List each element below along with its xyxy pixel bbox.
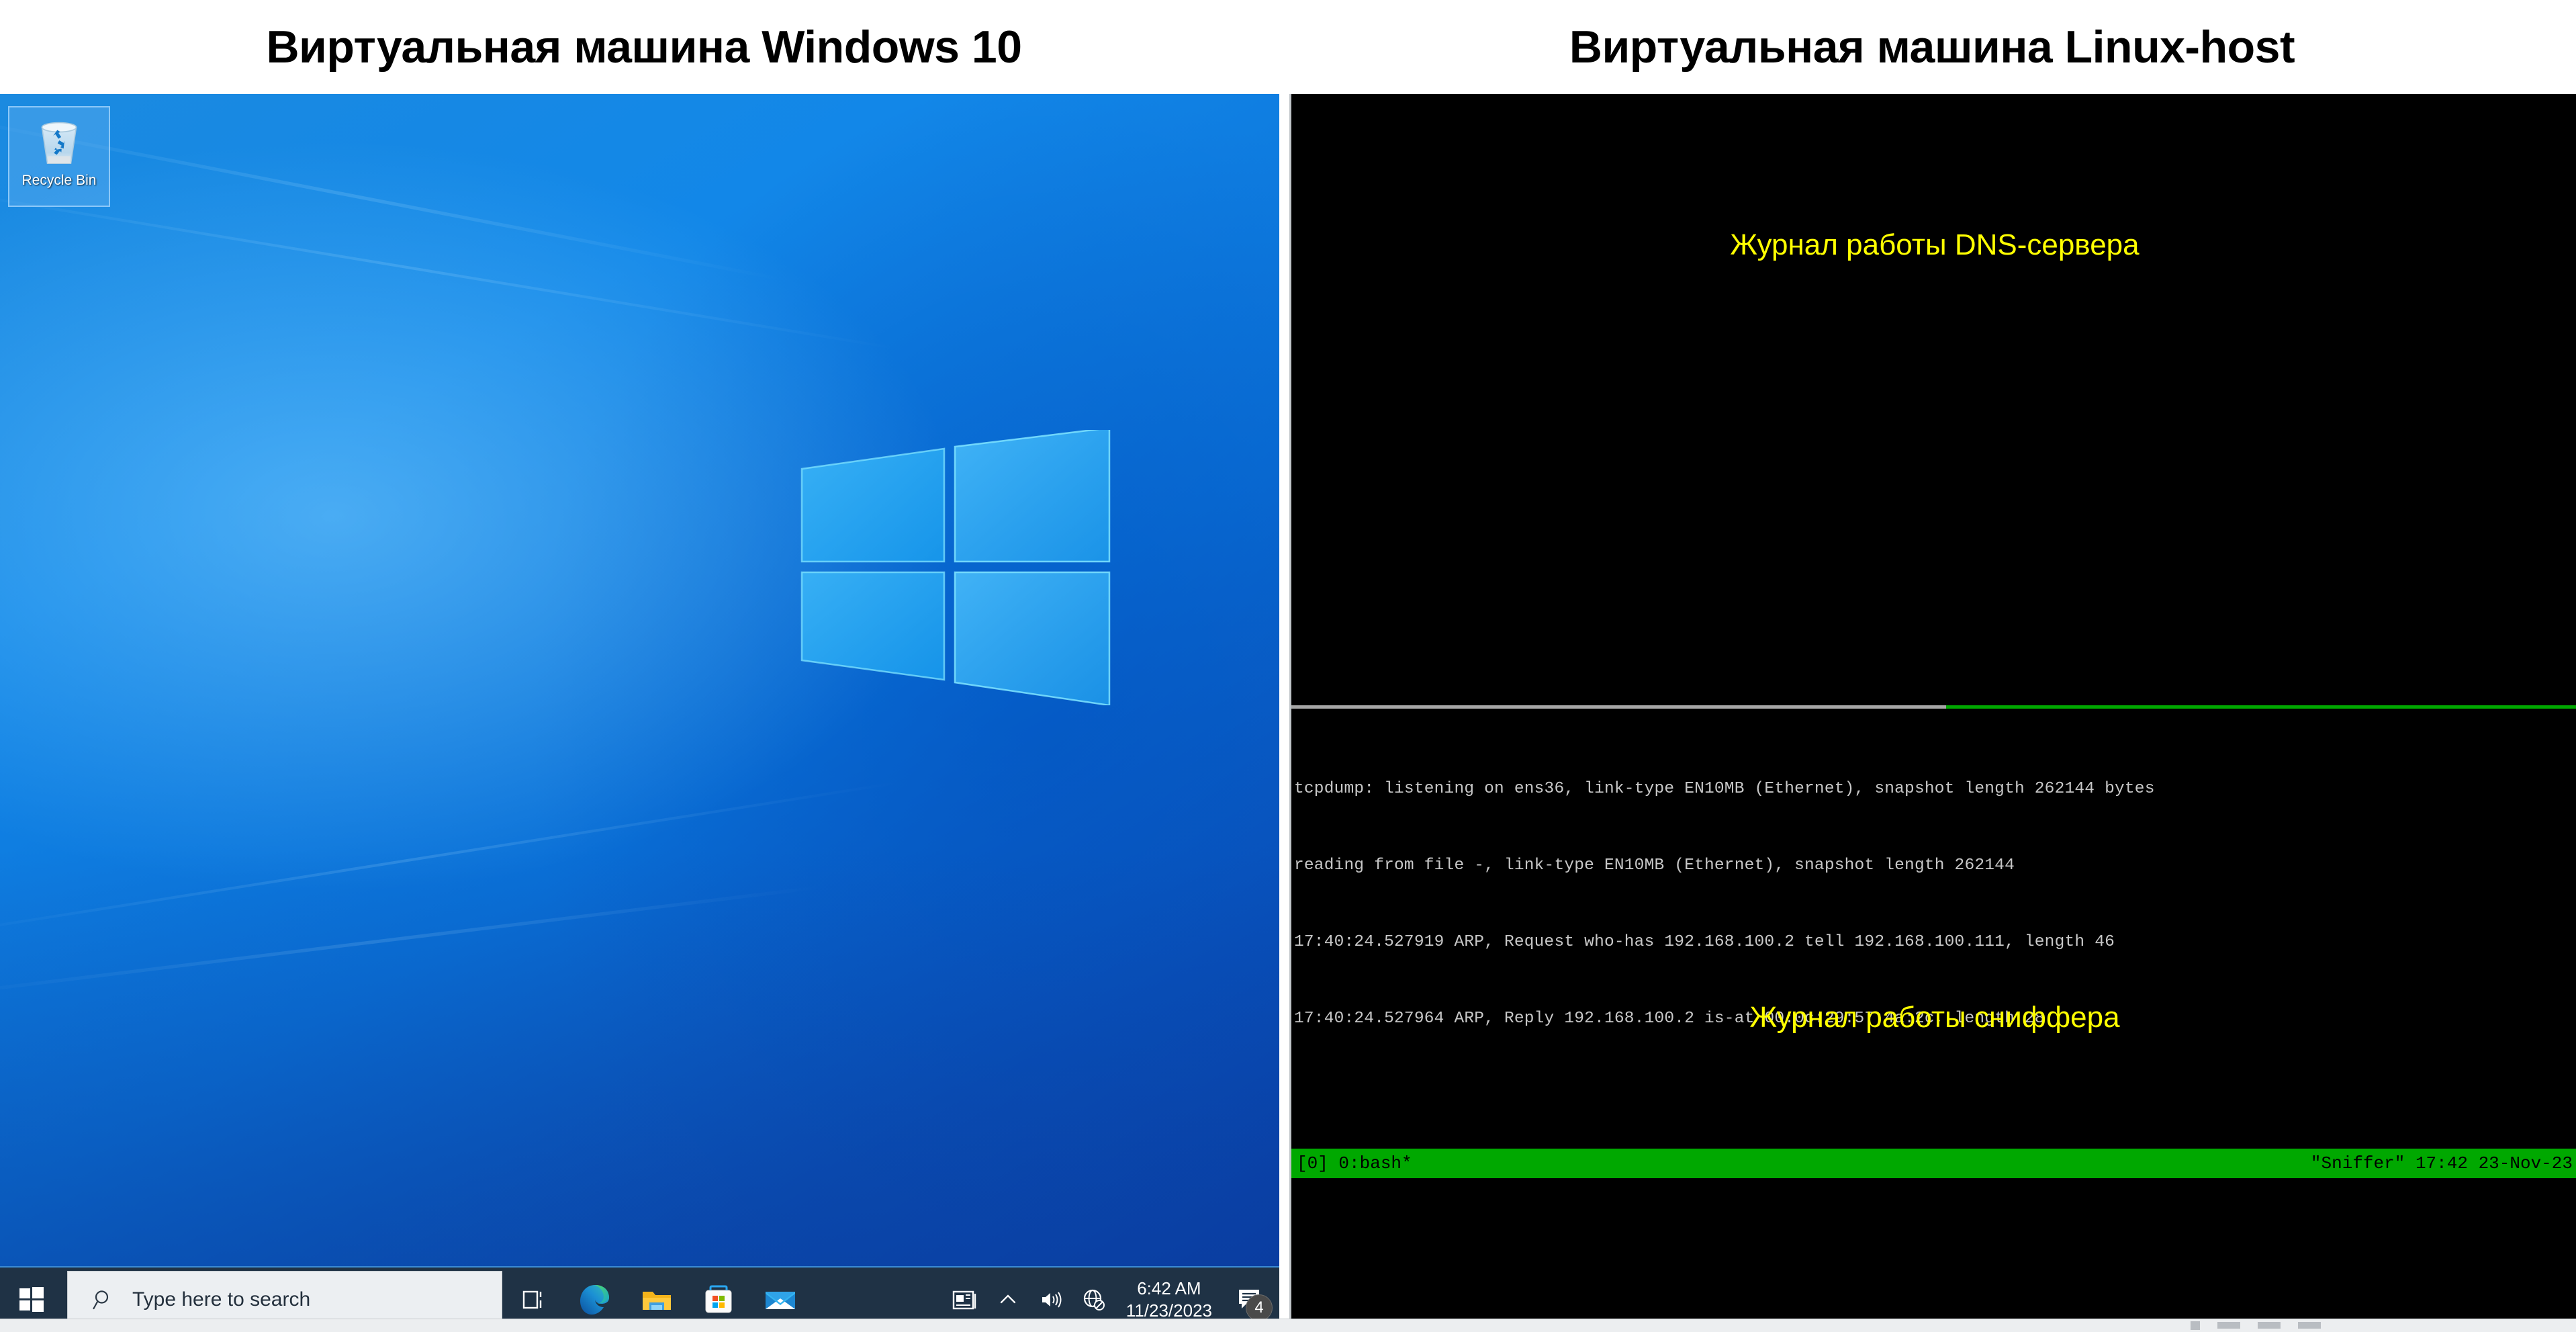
network-no-internet-icon xyxy=(1083,1289,1105,1311)
vm-panes: Recycle Bin Type here to search 6:42 AM … xyxy=(0,94,2576,1332)
annotation-sniffer-log: Журнал работы сниффера xyxy=(1749,1001,2120,1034)
windows-start-icon xyxy=(19,1287,44,1312)
pane-gap xyxy=(1279,94,1289,1332)
wallpaper-light-streak xyxy=(0,885,823,1000)
bottom-strip-marks xyxy=(2039,1319,2321,1332)
search-icon xyxy=(93,1290,109,1310)
linux-vm-pane[interactable]: Журнал работы DNS-сервера tcpdump: liste… xyxy=(1289,94,2576,1332)
search-placeholder-text: Type here to search xyxy=(132,1288,311,1311)
task-view-icon xyxy=(522,1290,542,1309)
clock-time: 6:42 AM xyxy=(1137,1278,1201,1298)
left-title-cell: Виртуальная машина Windows 10 xyxy=(0,0,1288,94)
linux-vm-title: Виртуальная машина Linux-host xyxy=(1569,21,2295,73)
strip-mark xyxy=(2258,1322,2281,1329)
terminal-line: reading from file -, link-type EN10MB (E… xyxy=(1294,856,2015,875)
desktop-icon-recycle-bin[interactable]: Recycle Bin xyxy=(8,106,110,207)
file-explorer-icon xyxy=(643,1292,671,1310)
wallpaper-light-streak xyxy=(0,183,901,351)
strip-mark xyxy=(2298,1322,2321,1329)
titles-row: Виртуальная машина Windows 10 Виртуальна… xyxy=(0,0,2576,94)
edge-icon xyxy=(580,1285,609,1315)
wallpaper-floor-glow xyxy=(0,850,1279,1266)
tmux-divider-inactive xyxy=(1291,705,1946,709)
right-title-cell: Виртуальная машина Linux-host xyxy=(1288,0,2576,94)
tmux-pane-divider xyxy=(1291,705,2576,709)
terminal-line: tcpdump: listening on ens36, link-type E… xyxy=(1294,780,2155,798)
bottom-chrome-strip xyxy=(0,1319,2576,1332)
show-hidden-icons-chevron xyxy=(1000,1294,1015,1304)
annotation-dns-log: Журнал работы DNS-сервера xyxy=(1730,228,2140,261)
tmux-status-right: "Sniffer" 17:42 23-Nov-23 xyxy=(2310,1153,2573,1173)
wallpaper-light-streak xyxy=(0,781,901,942)
tmux-divider-active xyxy=(1946,705,2576,709)
recycle-bin-icon xyxy=(41,122,77,165)
windows-desktop[interactable]: Recycle Bin xyxy=(0,94,1279,1266)
volume-icon xyxy=(1042,1292,1062,1308)
news-and-interests-icon xyxy=(952,1290,976,1310)
strip-mark xyxy=(2191,1321,2200,1330)
desktop-icon-label: Recycle Bin xyxy=(21,173,97,188)
tmux-status-left: [0] 0:bash* xyxy=(1297,1153,1412,1173)
microsoft-store-icon xyxy=(705,1285,732,1313)
windows-vm-pane: Recycle Bin Type here to search 6:42 AM … xyxy=(0,94,1279,1332)
windows-logo-wallpaper xyxy=(800,430,1111,705)
windows-vm-title: Виртуальная машина Windows 10 xyxy=(266,21,1022,73)
wallpaper-light-streak xyxy=(0,112,785,281)
tmux-status-bar: [0] 0:bash* "Sniffer" 17:42 23-Nov-23 xyxy=(1291,1149,2576,1178)
terminal-line: 17:40:24.527919 ARP, Request who-has 192… xyxy=(1294,933,2115,951)
mail-icon xyxy=(766,1292,795,1309)
strip-mark xyxy=(2217,1322,2240,1329)
notification-count-badge: 4 xyxy=(1246,1294,1273,1321)
